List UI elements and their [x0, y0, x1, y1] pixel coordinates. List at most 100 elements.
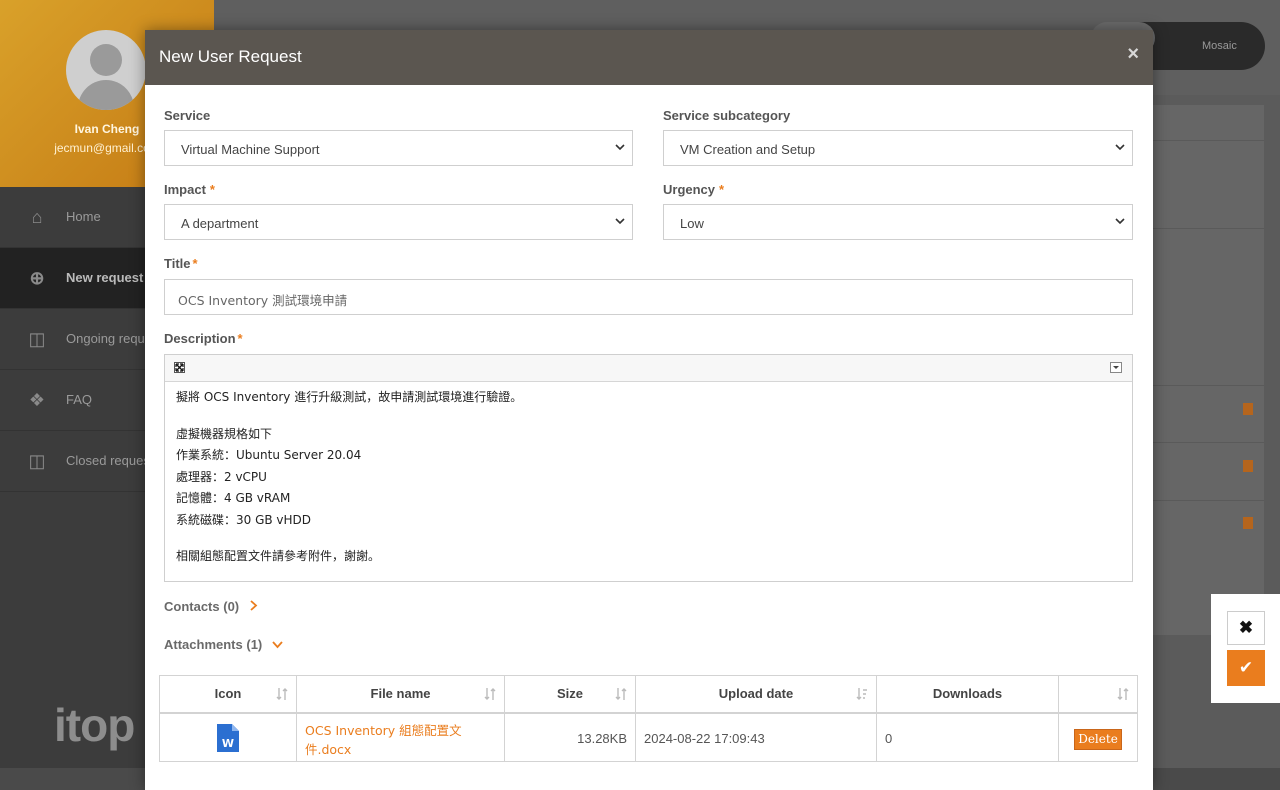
- title-label: Title *: [164, 256, 198, 271]
- title-input[interactable]: OCS Inventory 測試環境申請: [164, 279, 1133, 315]
- cell-file-name: OCS Inventory 組態配置文件.docx: [297, 714, 505, 762]
- attachments-table: Icon File name Size Upload date Download…: [159, 675, 1138, 762]
- modal-title: New User Request: [159, 47, 302, 66]
- subcategory-value: VM Creation and Setup: [680, 142, 816, 157]
- chevron-down-icon: [272, 641, 283, 649]
- description-line: 擬將 OCS Inventory 進行升級測試，故申請測試環境進行驗證。: [176, 390, 523, 404]
- sort-desc-icon: [856, 688, 867, 700]
- description-line: 虛擬機器規格如下: [176, 426, 273, 441]
- cancel-button[interactable]: ✖: [1227, 611, 1265, 645]
- service-value: Virtual Machine Support: [181, 142, 320, 157]
- description-line: 記憶體：4 GB vRAM: [176, 491, 291, 505]
- sort-icon: [1117, 688, 1129, 700]
- attachments-toggle[interactable]: Attachments (1): [164, 637, 283, 652]
- file-download-link[interactable]: OCS Inventory 組態配置文件.docx: [305, 721, 495, 759]
- status-marker: [1243, 517, 1253, 529]
- list-divider: [1150, 442, 1264, 443]
- required-marker: *: [237, 331, 243, 346]
- impact-select[interactable]: A department: [164, 204, 633, 240]
- new-user-request-modal: New User Request × Service Virtual Machi…: [145, 30, 1153, 790]
- cell-upload-date: 2024-08-22 17:09:43: [636, 714, 877, 762]
- column-header-icon[interactable]: Icon: [160, 676, 297, 712]
- attachments-label: Attachments: [164, 637, 243, 652]
- svg-text:W: W: [222, 737, 234, 750]
- submit-button[interactable]: ✔: [1227, 650, 1265, 686]
- table-row: W OCS Inventory 組態配置文件.docx 13.28KB 2024…: [160, 714, 1137, 762]
- contacts-count: (0): [223, 599, 240, 614]
- service-label: Service: [164, 108, 211, 123]
- required-marker: *: [192, 256, 198, 271]
- impact-value: A department: [181, 216, 259, 231]
- urgency-select[interactable]: Low: [663, 204, 1133, 240]
- urgency-value: Low: [680, 216, 704, 231]
- view-toggle-mosaic[interactable]: Mosaic: [1202, 40, 1237, 52]
- list-divider: [1150, 140, 1264, 141]
- word-doc-icon[interactable]: W: [217, 724, 239, 752]
- description-editor[interactable]: 擬將 OCS Inventory 進行升級測試，故申請測試環境進行驗證。 虛擬機…: [164, 354, 1133, 582]
- chevron-down-icon: [1115, 144, 1125, 151]
- subcategory-label: Service subcategory: [663, 108, 791, 123]
- sidebar-item-label: New request: [66, 270, 144, 285]
- column-header-actions[interactable]: [1059, 676, 1137, 712]
- sort-icon: [276, 688, 288, 700]
- help-icon: ❖: [28, 390, 46, 410]
- file-size: 13.28KB: [577, 731, 627, 746]
- modal-header: New User Request ×: [145, 30, 1153, 85]
- attachments-count: (1): [246, 637, 263, 652]
- editor-toolbar: [165, 355, 1132, 382]
- plus-circle-icon: ⊕: [29, 268, 45, 288]
- close-icon[interactable]: ×: [1127, 44, 1139, 64]
- sidebar-item-label: Home: [66, 209, 101, 224]
- delete-attachment-button[interactable]: Delete: [1074, 729, 1122, 750]
- service-select[interactable]: Virtual Machine Support: [164, 130, 633, 166]
- cell-size: 13.28KB: [505, 714, 636, 762]
- itop-logo: itop: [54, 699, 135, 751]
- chevron-down-icon: [615, 218, 625, 225]
- description-line: 相關組態配置文件請參考附件，謝謝。: [176, 549, 381, 563]
- required-marker: *: [719, 182, 725, 197]
- impact-label: Impact *: [164, 182, 215, 197]
- description-text[interactable]: 擬將 OCS Inventory 進行升級測試，故申請測試環境進行驗證。 虛擬機…: [176, 387, 522, 568]
- title-input-value: OCS Inventory 測試環境申請: [178, 293, 348, 308]
- description-line: 處理器：2 vCPU: [176, 469, 267, 484]
- avatar: [66, 30, 146, 110]
- cell-downloads: 0: [877, 714, 1059, 762]
- cell-actions: Delete: [1059, 714, 1137, 762]
- contacts-toggle[interactable]: Contacts (0): [164, 599, 258, 614]
- chevron-down-icon: [1115, 218, 1125, 225]
- column-header-upload-date[interactable]: Upload date: [636, 676, 877, 712]
- upload-date: 2024-08-22 17:09:43: [644, 731, 765, 746]
- required-marker: *: [209, 182, 215, 197]
- maximize-icon[interactable]: [174, 362, 185, 373]
- subcategory-select[interactable]: VM Creation and Setup: [663, 130, 1133, 166]
- editor-menu-dropdown[interactable]: [1110, 362, 1122, 373]
- download-count: 0: [885, 731, 893, 746]
- cell-icon: W: [160, 714, 297, 762]
- description-line: 作業系統：Ubuntu Server 20.04: [176, 448, 362, 462]
- list-divider: [1150, 500, 1264, 501]
- column-header-size[interactable]: Size: [505, 676, 636, 712]
- column-header-file-name[interactable]: File name: [297, 676, 505, 712]
- table-header: Icon File name Size Upload date Download…: [160, 676, 1137, 714]
- form-action-panel: ✖ ✔: [1211, 594, 1280, 703]
- sidebar-item-label: FAQ: [66, 392, 93, 407]
- sort-icon: [615, 688, 627, 700]
- urgency-label: Urgency *: [663, 182, 725, 197]
- description-line: 系統磁碟：30 GB vHDD: [176, 512, 312, 527]
- column-header-downloads[interactable]: Downloads: [877, 676, 1059, 712]
- chevron-down-icon: [615, 144, 625, 151]
- list-divider: [1150, 385, 1264, 386]
- chevron-right-icon: [250, 600, 258, 611]
- contacts-label: Contacts: [164, 599, 220, 614]
- sort-icon: [484, 688, 496, 700]
- ticket-closed-icon: ◫: [28, 451, 46, 471]
- status-marker: [1243, 460, 1253, 472]
- list-divider: [1150, 228, 1264, 229]
- home-icon: ⌂: [31, 207, 43, 227]
- status-marker: [1243, 403, 1253, 415]
- ticket-icon: ◫: [28, 329, 46, 349]
- request-list-panel: [1150, 105, 1264, 635]
- description-label: Description *: [164, 331, 243, 346]
